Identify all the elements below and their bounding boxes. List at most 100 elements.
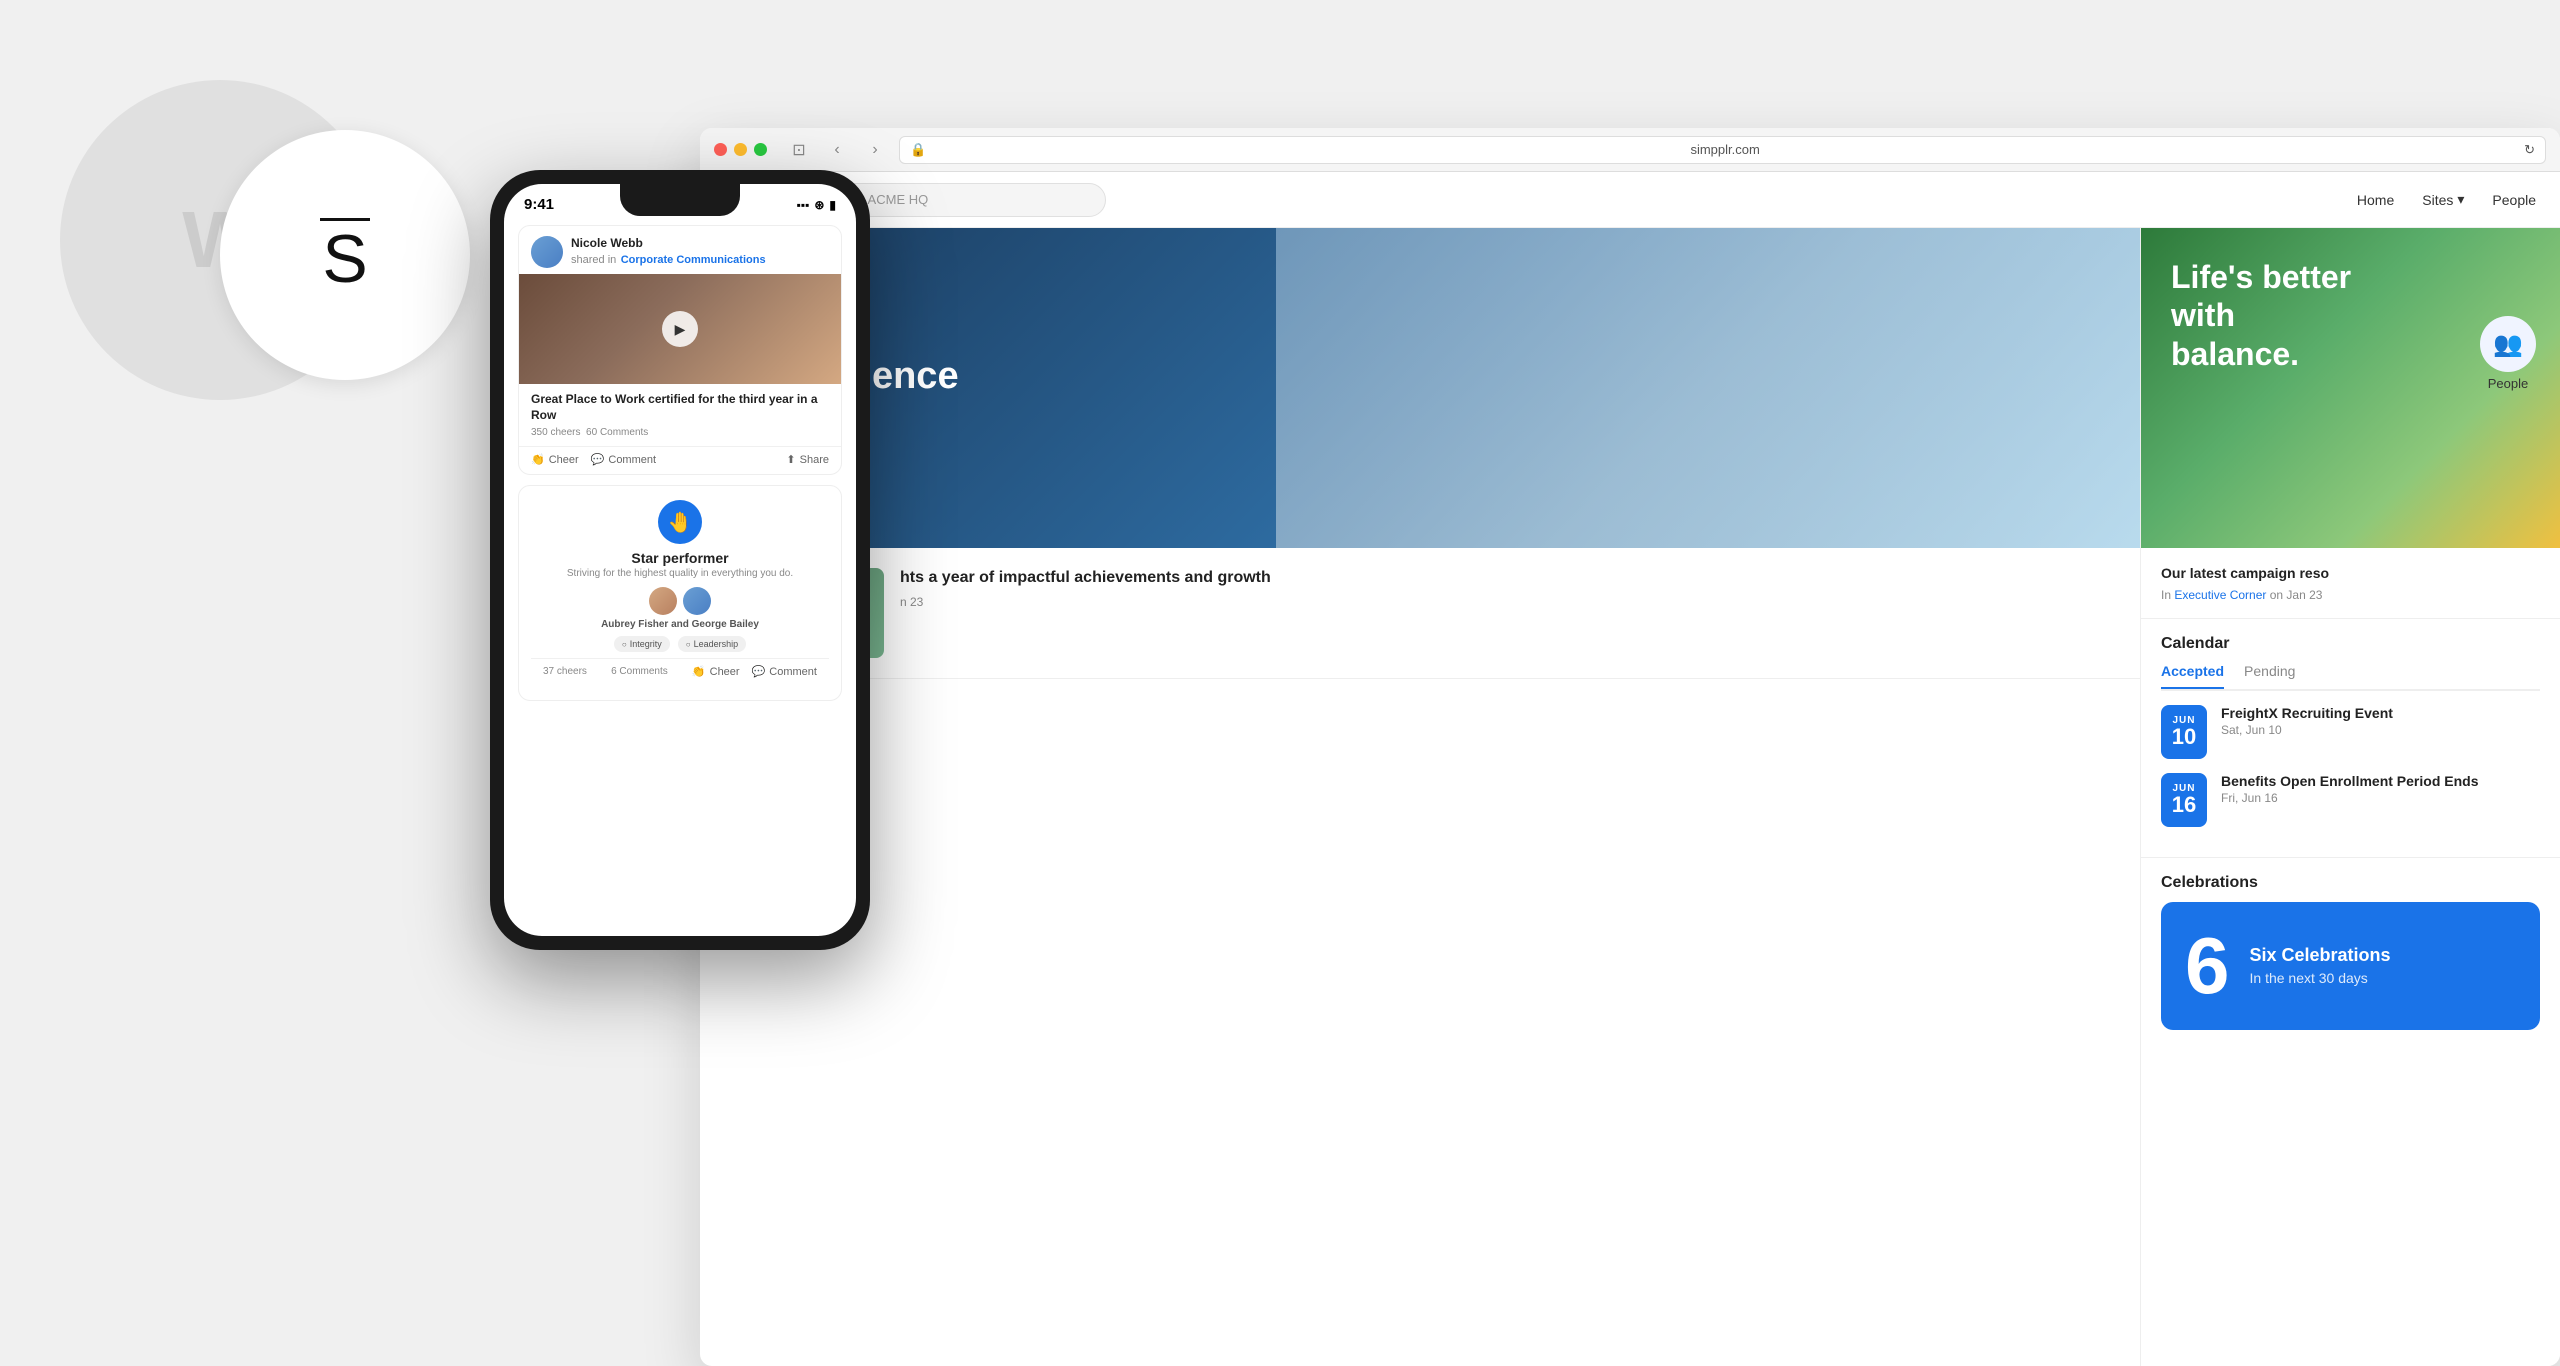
signal-icon: ▪▪▪ (797, 198, 810, 212)
celebrations-card[interactable]: 6 Six Celebrations In the next 30 days (2161, 902, 2540, 1030)
rec-cheers: 37 cheers (543, 666, 587, 677)
phone-time: 9:41 (524, 196, 554, 213)
post-channel-link[interactable]: Corporate Communications (621, 254, 766, 266)
browser-chrome: ⊡ ‹ › 🔒 simpplr.com ↻ (700, 128, 2560, 172)
badge-leadership: Leadership (678, 636, 746, 652)
rec-comment-action[interactable]: 💬 Comment (752, 665, 817, 678)
hero-image (1276, 228, 2140, 548)
nav-home[interactable]: Home (2357, 192, 2394, 208)
tab-pending[interactable]: Pending (2244, 663, 2295, 689)
celebrations-label: Six Celebrations (2250, 945, 2391, 967)
phone-frame: 9:41 ▪▪▪ ⊛ ▮ Nicole Webb shar (490, 170, 870, 950)
tabs-icon[interactable]: ⊡ (785, 136, 813, 164)
hand-icon: 🤚 (668, 510, 693, 535)
post-title-1: Great Place to Work certified for the th… (531, 392, 829, 423)
rec-cheer-icon: 👏 (692, 665, 706, 678)
phone-container: 9:41 ▪▪▪ ⊛ ▮ Nicole Webb shar (490, 170, 870, 950)
right-panel: Life's better with balance. Our latest c… (2140, 228, 2560, 1366)
rec-comments: 6 Comments (611, 666, 668, 677)
rec-card-stats: 37 cheers 6 Comments 👏 Cheer 💬 Comment (531, 658, 829, 686)
people-sidebar[interactable]: 👥 People (2468, 316, 2548, 391)
navbar: ACME 🔍 Search ACME HQ Home Sites ▾ Peopl… (700, 172, 2560, 228)
lifes-better-text: Life's better with balance. (2171, 258, 2371, 373)
rec-avatar-2 (683, 587, 711, 615)
nav-people[interactable]: People (2492, 192, 2536, 208)
maximize-button[interactable] (754, 143, 767, 156)
wifi-icon: ⊛ (814, 198, 824, 212)
lock-icon: 🔒 (910, 142, 926, 158)
news-section: hts a year of impactful achievements and… (700, 548, 2140, 679)
close-button[interactable] (714, 143, 727, 156)
battery-icon: ▮ (829, 198, 836, 212)
event-info-1: FreightX Recruiting Event Sat, Jun 10 (2221, 705, 2393, 737)
recognition-sub: Striving for the highest quality in ever… (531, 568, 829, 579)
people-icon-glyph: 👥 (2493, 330, 2523, 359)
post-author-1: Nicole Webb (571, 236, 766, 250)
news-meta: n 23 (900, 595, 1271, 609)
rec-names: Aubrey Fisher and George Bailey (531, 619, 829, 630)
event-sub-1: Sat, Jun 10 (2221, 723, 2393, 737)
post-avatar-1 (531, 236, 563, 268)
address-bar[interactable]: 🔒 simpplr.com ↻ (899, 136, 2546, 164)
share-action-1[interactable]: ⬆ Share (786, 453, 829, 466)
calendar-title: Calendar (2161, 635, 2540, 653)
cheer-action-1[interactable]: 👏 Cheer (531, 453, 579, 466)
post-shared-line: shared in Corporate Communications (571, 250, 766, 268)
nav-sites[interactable]: Sites ▾ (2422, 191, 2464, 208)
people-text: People (2468, 376, 2548, 391)
news-item: hts a year of impactful achievements and… (724, 568, 2116, 658)
calendar-event-1: JUN 10 FreightX Recruiting Event Sat, Ju… (2161, 705, 2540, 759)
play-button[interactable]: ▶ (662, 311, 698, 347)
main-content: our experience hts a year of impactful a… (700, 228, 2140, 1366)
navbar-links: Home Sites ▾ People (2357, 191, 2536, 208)
rec-card-actions: 👏 Cheer 💬 Comment (692, 665, 817, 678)
tab-accepted[interactable]: Accepted (2161, 663, 2224, 689)
s-logo: S (320, 218, 370, 293)
recognition-avatars (531, 587, 829, 615)
url-text: simpplr.com (932, 142, 2518, 157)
news-title: hts a year of impactful achievements and… (900, 568, 1271, 589)
s-logo-circle: S (220, 130, 470, 380)
hero-person-image (1276, 228, 2140, 548)
celebrations-number: 6 (2185, 926, 2230, 1006)
celebrations-title: Celebrations (2161, 874, 2540, 892)
back-button[interactable]: ‹ (823, 136, 851, 164)
traffic-lights (714, 143, 767, 156)
event-badge-1: JUN 10 (2161, 705, 2207, 759)
event-sub-2: Fri, Jun 16 (2221, 791, 2478, 805)
s-logo-letter: S (322, 225, 367, 293)
recognition-card: 🤚 Star performer Striving for the highes… (518, 485, 842, 701)
calendar-event-2: JUN 16 Benefits Open Enrollment Period E… (2161, 773, 2540, 827)
recognition-icon: 🤚 (658, 500, 702, 544)
campaign-channel-link[interactable]: Executive Corner (2174, 588, 2266, 602)
post-header-1: Nicole Webb shared in Corporate Communic… (519, 226, 841, 274)
minimize-button[interactable] (734, 143, 747, 156)
rec-comment-icon: 💬 (752, 665, 766, 678)
celebrations-sublabel: In the next 30 days (2250, 970, 2391, 986)
calendar-tabs: Accepted Pending (2161, 663, 2540, 691)
event-title-1: FreightX Recruiting Event (2221, 705, 2393, 721)
event-badge-2: JUN 16 (2161, 773, 2207, 827)
post-stats-1: 350 cheers 60 Comments (531, 427, 829, 438)
post-image-1: ▶ (519, 274, 841, 384)
campaign-title: Our latest campaign reso (2161, 564, 2540, 584)
forward-button[interactable]: › (861, 136, 889, 164)
celebrations-text: Six Celebrations In the next 30 days (2250, 945, 2391, 987)
phone-status-icons: ▪▪▪ ⊛ ▮ (797, 198, 836, 212)
recognition-badges: Integrity Leadership (531, 636, 829, 652)
rec-cheer-action[interactable]: 👏 Cheer (692, 665, 740, 678)
post-meta-1: Nicole Webb shared in Corporate Communic… (571, 236, 766, 268)
reload-icon[interactable]: ↻ (2524, 142, 2535, 158)
comment-icon: 💬 (591, 453, 605, 466)
recognition-title: Star performer (531, 550, 829, 566)
comment-action-1[interactable]: 💬 Comment (591, 453, 656, 466)
content-area: our experience hts a year of impactful a… (700, 228, 2560, 1366)
badge-integrity: Integrity (614, 636, 670, 652)
chevron-down-icon: ▾ (2457, 191, 2464, 208)
browser-window: ⊡ ‹ › 🔒 simpplr.com ↻ ACME 🔍 Search ACME… (700, 128, 2560, 1366)
post-actions-1: 👏 Cheer 💬 Comment ⬆ Share (519, 446, 841, 474)
post-body-1: Great Place to Work certified for the th… (519, 384, 841, 446)
post-card-1: Nicole Webb shared in Corporate Communic… (518, 225, 842, 475)
campaign-section: Our latest campaign reso In Executive Co… (2141, 548, 2560, 619)
celebrations-section: Celebrations 6 Six Celebrations In the n… (2141, 858, 2560, 1046)
